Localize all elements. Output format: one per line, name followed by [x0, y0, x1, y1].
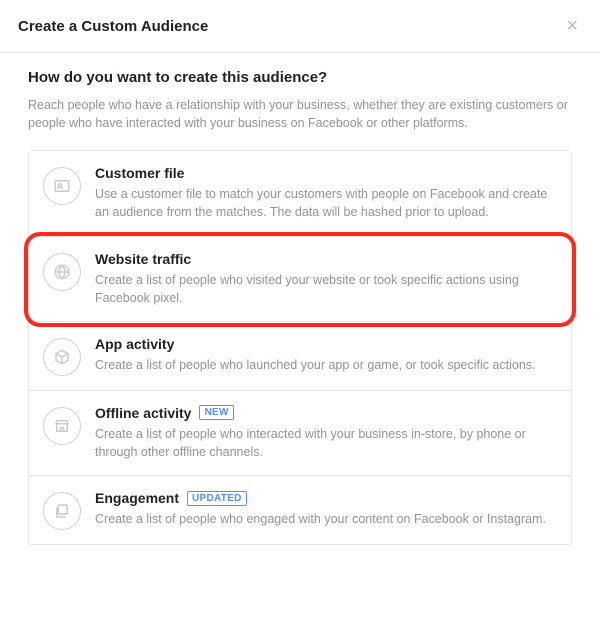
option-content: Offline activity NEW Create a list of pe…	[95, 405, 555, 461]
option-content: Engagement UPDATED Create a list of peop…	[95, 490, 555, 528]
cube-icon	[43, 338, 81, 376]
option-offline-activity[interactable]: Offline activity NEW Create a list of pe…	[29, 391, 571, 476]
close-icon[interactable]: ×	[562, 14, 582, 38]
option-title: App activity	[95, 336, 174, 352]
option-title: Offline activity	[95, 405, 191, 421]
option-desc: Use a customer file to match your custom…	[95, 185, 555, 221]
option-website-traffic[interactable]: Website traffic Create a list of people …	[29, 237, 571, 322]
option-customer-file[interactable]: Customer file Use a customer file to mat…	[29, 151, 571, 236]
option-title: Engagement	[95, 490, 179, 506]
question-heading: How do you want to create this audience?	[28, 69, 572, 86]
new-badge: NEW	[199, 405, 233, 420]
question-subtext: Reach people who have a relationship wit…	[28, 96, 572, 132]
option-content: App activity Create a list of people who…	[95, 336, 555, 374]
modal-body: How do you want to create this audience?…	[0, 53, 600, 563]
option-app-activity[interactable]: App activity Create a list of people who…	[29, 322, 571, 391]
option-desc: Create a list of people who visited your…	[95, 271, 555, 307]
updated-badge: UPDATED	[187, 491, 247, 506]
modal-header: Create a Custom Audience ×	[0, 0, 600, 53]
option-desc: Create a list of people who engaged with…	[95, 510, 555, 528]
modal-title: Create a Custom Audience	[18, 18, 208, 35]
option-engagement[interactable]: Engagement UPDATED Create a list of peop…	[29, 476, 571, 544]
option-content: Website traffic Create a list of people …	[95, 251, 555, 307]
option-desc: Create a list of people who interacted w…	[95, 425, 555, 461]
customer-file-icon	[43, 167, 81, 205]
option-content: Customer file Use a customer file to mat…	[95, 165, 555, 221]
layers-icon	[43, 492, 81, 530]
option-desc: Create a list of people who launched you…	[95, 356, 555, 374]
create-custom-audience-modal: Create a Custom Audience × How do you wa…	[0, 0, 600, 563]
option-title: Customer file	[95, 165, 184, 181]
store-icon	[43, 407, 81, 445]
option-title: Website traffic	[95, 251, 191, 267]
options-list: Customer file Use a customer file to mat…	[28, 150, 572, 545]
globe-icon	[43, 253, 81, 291]
